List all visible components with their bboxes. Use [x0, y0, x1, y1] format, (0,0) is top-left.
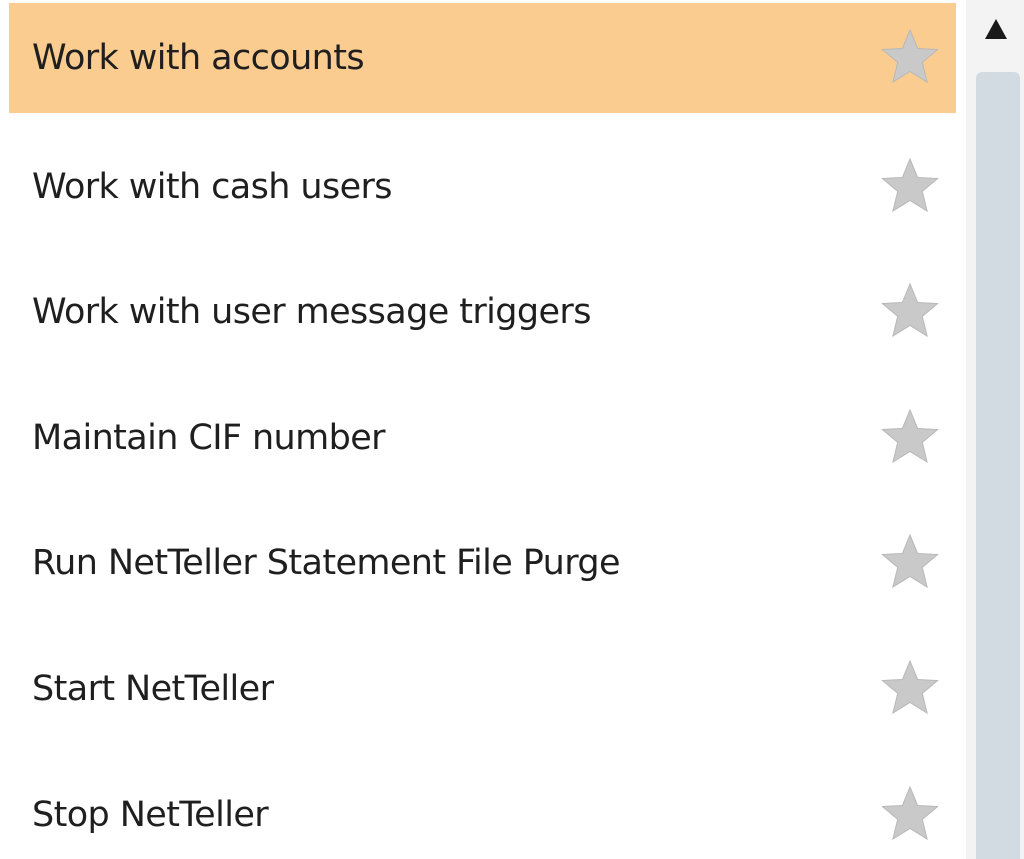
star-icon[interactable]: [880, 533, 940, 593]
menu-item-run-netteller-statement-file-purge[interactable]: Run NetTeller Statement File Purge: [9, 508, 956, 618]
menu-item-label: Stop NetTeller: [32, 795, 269, 835]
star-icon[interactable]: [880, 28, 940, 88]
star-icon[interactable]: [880, 408, 940, 468]
star-icon[interactable]: [880, 659, 940, 719]
triangle-up-icon: [985, 19, 1007, 39]
star-icon[interactable]: [880, 785, 940, 845]
menu-item-label: Work with user message triggers: [32, 292, 591, 332]
menu-item-label: Start NetTeller: [32, 669, 274, 709]
menu-panel: Work with accounts Work with cash users …: [0, 0, 1024, 859]
vertical-scrollbar[interactable]: [966, 0, 1024, 859]
menu-item-work-with-cash-users[interactable]: Work with cash users: [9, 132, 956, 242]
scroll-up-button[interactable]: [966, 0, 1024, 66]
star-icon[interactable]: [880, 157, 940, 217]
menu-item-work-with-accounts[interactable]: Work with accounts: [9, 3, 956, 113]
scroll-thumb[interactable]: [976, 72, 1020, 859]
menu-item-label: Maintain CIF number: [32, 418, 386, 458]
menu-item-maintain-cif-number[interactable]: Maintain CIF number: [9, 383, 956, 493]
menu-item-label: Work with accounts: [32, 38, 365, 78]
menu-item-start-netteller[interactable]: Start NetTeller: [9, 634, 956, 744]
star-icon[interactable]: [880, 282, 940, 342]
menu-list: Work with accounts Work with cash users …: [0, 0, 966, 859]
menu-item-work-with-user-message-triggers[interactable]: Work with user message triggers: [9, 257, 956, 367]
menu-item-stop-netteller[interactable]: Stop NetTeller: [9, 760, 956, 859]
menu-item-label: Run NetTeller Statement File Purge: [32, 543, 621, 583]
menu-item-label: Work with cash users: [32, 167, 393, 207]
